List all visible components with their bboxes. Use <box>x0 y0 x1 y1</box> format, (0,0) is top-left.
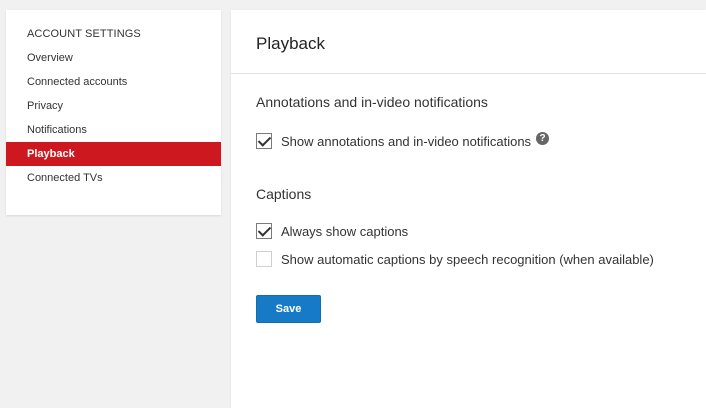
always-show-captions-checkbox[interactable] <box>256 223 272 239</box>
sidebar-item-privacy[interactable]: Privacy <box>6 94 221 118</box>
help-icon[interactable]: ? <box>536 131 550 145</box>
annotations-section-title: Annotations and in-video notifications <box>256 94 488 110</box>
sidebar-item-connected-tvs[interactable]: Connected TVs <box>6 166 221 190</box>
show-annotations-option: Show annotations and in-video notificati… <box>256 131 550 150</box>
save-button[interactable]: Save <box>256 295 321 323</box>
automatic-captions-option: Show automatic captions by speech recogn… <box>256 250 654 268</box>
sidebar-nav: Overview Connected accounts Privacy Noti… <box>6 46 221 190</box>
captions-section-title: Captions <box>256 186 312 202</box>
sidebar-heading: ACCOUNT SETTINGS <box>27 28 141 40</box>
panel-header: Playback <box>231 10 706 74</box>
sidebar-item-connected-accounts[interactable]: Connected accounts <box>6 70 221 94</box>
sidebar-item-playback[interactable]: Playback <box>6 142 221 166</box>
show-annotations-label[interactable]: Show annotations and in-video notificati… <box>281 134 531 149</box>
always-show-captions-label[interactable]: Always show captions <box>281 224 408 239</box>
settings-sidebar: ACCOUNT SETTINGS Overview Connected acco… <box>6 10 221 215</box>
page-title: Playback <box>256 34 325 53</box>
sidebar-item-notifications[interactable]: Notifications <box>6 118 221 142</box>
sidebar-item-overview[interactable]: Overview <box>6 46 221 70</box>
always-show-captions-option: Always show captions <box>256 222 408 240</box>
automatic-captions-label[interactable]: Show automatic captions by speech recogn… <box>281 252 654 267</box>
automatic-captions-checkbox[interactable] <box>256 251 272 267</box>
show-annotations-checkbox[interactable] <box>256 133 272 149</box>
playback-settings-panel: Playback Annotations and in-video notifi… <box>231 10 706 408</box>
